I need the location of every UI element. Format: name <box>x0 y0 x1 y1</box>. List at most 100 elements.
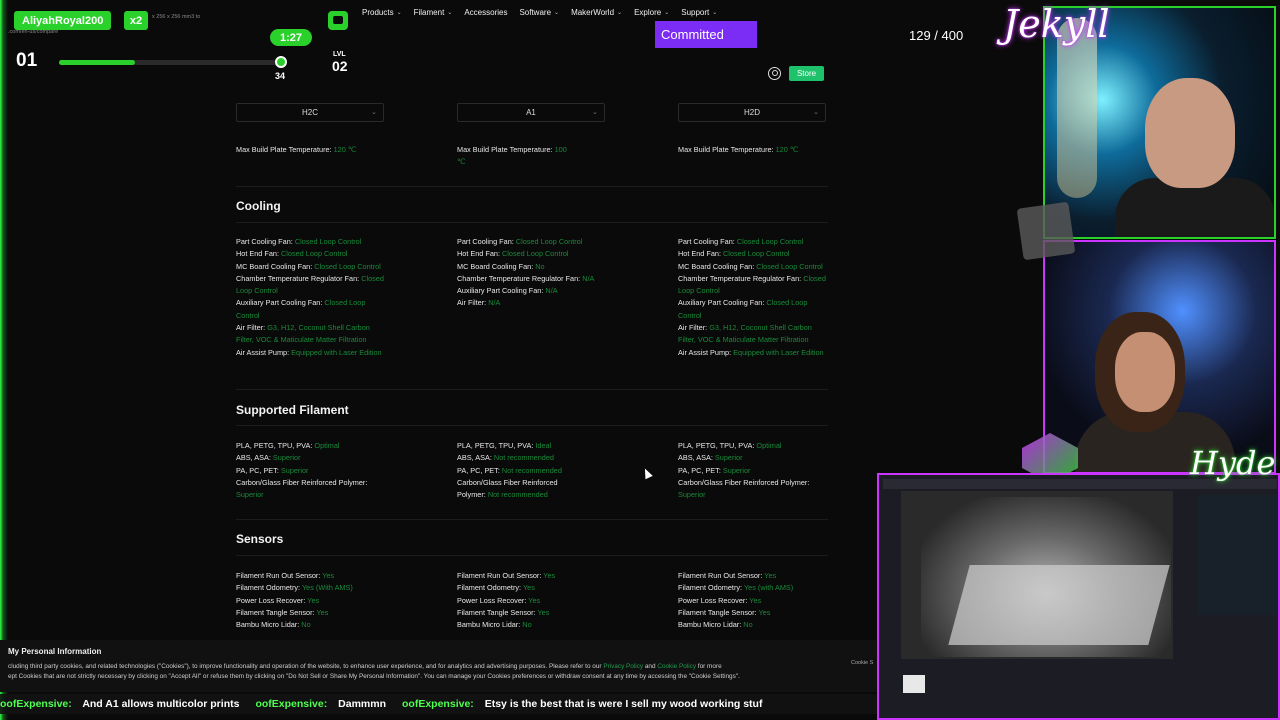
printer-select-2[interactable]: A1 ⌄ <box>457 103 605 122</box>
spec-value: 120 ℃ <box>333 145 357 154</box>
spec-value: Not recommended <box>487 490 548 500</box>
nav-makerworld[interactable]: MakerWorld ⌄ <box>571 8 622 17</box>
spec-key: Filament Run Out Sensor: <box>678 571 763 580</box>
section-title-filament: Supported Filament <box>236 403 349 417</box>
nav-label: Products <box>362 8 394 17</box>
chat-user: oofExpensive: <box>255 698 328 710</box>
nav-explore[interactable]: Explore ⌄ <box>634 8 669 17</box>
spec-value: Superior <box>280 465 309 475</box>
spec-value: Equipped with Laser Edition <box>291 347 382 357</box>
url-fragment-top: x 256 x 256 mm3 to <box>152 14 201 20</box>
spec-value: Closed Loop Control <box>756 261 823 271</box>
spec-row: Auxiliary Part Cooling Fan: Closed Loop … <box>678 297 828 322</box>
section-divider <box>236 519 828 520</box>
spec-key: Chamber Temperature Regulator Fan: <box>457 273 581 283</box>
current-level: 01 <box>16 50 38 71</box>
section-divider <box>236 555 828 556</box>
spec-row: Auxiliary Part Cooling Fan: Closed Loop … <box>236 297 386 322</box>
spec-row: Air Filter: G3, H12, Coconut Shell Carbo… <box>678 322 828 347</box>
cookie-policy-link[interactable]: Cookie Policy <box>657 663 696 670</box>
chat-user: oofExpensive: <box>402 698 474 710</box>
spec-value: Yes (with AMS) <box>743 583 794 593</box>
level-progress-bar <box>59 60 283 65</box>
progress-knob <box>275 56 287 68</box>
spec-row: Filament Run Out Sensor: Yes <box>457 570 607 582</box>
spec-value: Optimal <box>314 441 340 450</box>
chevron-down-icon: ⌄ <box>617 10 623 16</box>
spec-row: Hot End Fan: Closed Loop Control <box>678 248 828 260</box>
nav-software[interactable]: Software ⌄ <box>519 8 559 17</box>
privacy-policy-link[interactable]: Privacy Policy <box>603 663 643 670</box>
sensors-col-1: Filament Run Out Sensor: Yes Filament Odo… <box>236 570 386 631</box>
spec-row: Auxiliary Part Cooling Fan: N/A <box>457 285 607 297</box>
nav-filament[interactable]: Filament ⌄ <box>414 8 453 17</box>
nav-products[interactable]: Products ⌄ <box>362 8 402 17</box>
spec-build-plate-2: Max Build Plate Temperature: 100 ℃ <box>457 144 567 169</box>
spec-value: No <box>522 620 532 630</box>
spec-value: Closed Loop Control <box>723 249 790 259</box>
spec-row: Air Filter: N/A <box>457 297 607 309</box>
next-level-value: 02 <box>332 58 348 74</box>
spec-row: Carbon/Glass Fiber Reinforced Polymer: S… <box>678 477 828 502</box>
spec-value: Yes <box>749 595 762 605</box>
chevron-down-icon: ⌄ <box>592 109 598 116</box>
spec-key: Filament Run Out Sensor: <box>236 571 321 580</box>
spec-key: Auxiliary Part Cooling Fan: <box>678 298 765 308</box>
spec-key: PLA, PETG, TPU, PVA: <box>678 441 755 450</box>
printer-camera-feed <box>877 473 1280 720</box>
spec-key: Filament Odometry: <box>678 583 743 593</box>
spec-value: Superior <box>722 465 751 475</box>
spec-key: Filament Tangle Sensor: <box>236 607 315 617</box>
chat-message: oofExpensive: Dammmn <box>255 698 402 710</box>
spec-row: Hot End Fan: Closed Loop Control <box>236 248 386 260</box>
timer-badge: 1:27 <box>270 29 312 46</box>
mouse-cursor <box>641 466 653 480</box>
chevron-down-icon: ⌄ <box>447 10 453 16</box>
spec-value: Not recommended <box>493 453 554 463</box>
spec-key: Carbon/Glass Fiber Reinforced Polymer: <box>236 477 368 487</box>
account-icon[interactable] <box>768 67 781 80</box>
nav-accessories[interactable]: Accessories <box>464 8 507 17</box>
spec-row: PLA, PETG, TPU, PVA: Ideal <box>457 440 587 452</box>
printer-select-3[interactable]: H2D ⌄ <box>678 103 826 122</box>
spec-value: Yes <box>316 607 329 617</box>
spec-key: Bambu Micro Lidar: <box>457 620 521 630</box>
spec-row: Chamber Temperature Regulator Fan: Close… <box>678 273 828 298</box>
spec-key: Air Filter: <box>457 298 487 308</box>
select-value: H2C <box>301 108 318 117</box>
section-divider <box>236 425 828 426</box>
spec-row: PLA, PETG, TPU, PVA: Optimal <box>236 440 386 452</box>
spec-key: Auxiliary Part Cooling Fan: <box>236 298 323 308</box>
spec-row: Filament Run Out Sensor: Yes <box>236 570 386 582</box>
cooling-col-1: Part Cooling Fan: Closed Loop Control Hot… <box>236 236 386 359</box>
printer-select-1[interactable]: H2C ⌄ <box>236 103 384 122</box>
spec-key: Power Loss Recover: <box>678 595 748 605</box>
cooling-col-2: Part Cooling Fan: Closed Loop Control Hot… <box>457 236 607 310</box>
cam-person-face <box>1145 78 1235 188</box>
spec-row: Bambu Micro Lidar: No <box>236 619 386 631</box>
cookie-settings-button[interactable]: Cookie S <box>851 660 873 666</box>
main-nav: Products ⌄ Filament ⌄ Accessories Software… <box>362 8 717 17</box>
nav-label: Filament <box>413 8 445 17</box>
store-button[interactable]: Store <box>789 66 824 81</box>
filament-col-3: PLA, PETG, TPU, PVA: Optimal ABS, ASA: Su… <box>678 440 828 501</box>
spec-row: ABS, ASA: Not recommended <box>457 452 587 464</box>
spec-value: N/A <box>488 298 501 308</box>
spec-key: PA, PC, PET: <box>678 465 721 475</box>
spec-key: Part Cooling Fan: <box>457 237 514 246</box>
nav-support[interactable]: Support ⌄ <box>681 8 717 17</box>
cooling-col-3: Part Cooling Fan: Closed Loop Control Hot… <box>678 236 828 359</box>
spec-key: PA, PC, PET: <box>236 465 279 475</box>
nav-label: MakerWorld <box>571 8 615 17</box>
spec-key: Air Assist Pump: <box>236 347 290 357</box>
spec-value: Equipped with Laser Edition <box>733 347 824 357</box>
spec-key: Hot End Fan: <box>678 249 721 259</box>
sensors-col-3: Filament Run Out Sensor: Yes Filament Odo… <box>678 570 828 631</box>
section-divider <box>236 389 828 390</box>
chevron-down-icon: ⌄ <box>371 109 377 116</box>
spec-row: Carbon/Glass Fiber Reinforced Polymer: S… <box>236 477 386 502</box>
spec-key: Filament Tangle Sensor: <box>457 607 536 617</box>
spec-row: Part Cooling Fan: Closed Loop Control <box>678 236 828 248</box>
spec-key: ABS, ASA: <box>457 453 492 463</box>
spec-value: Superior <box>236 490 264 500</box>
